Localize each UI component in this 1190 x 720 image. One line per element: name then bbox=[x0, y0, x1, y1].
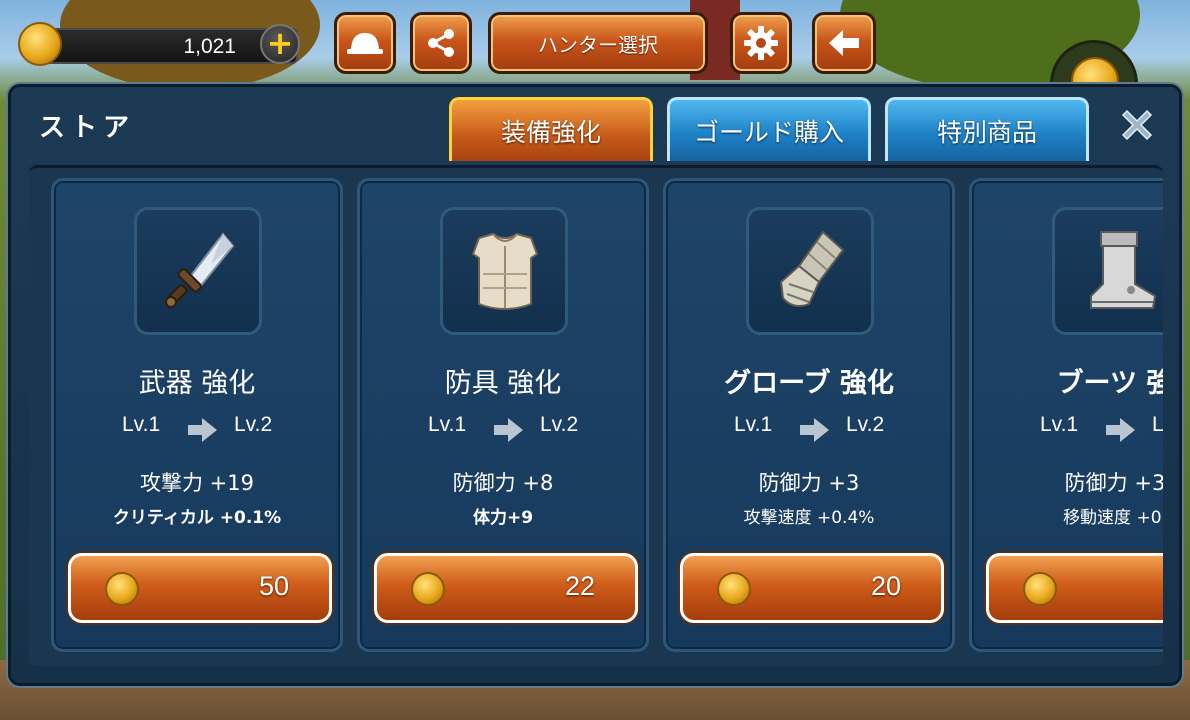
item-name: グローブ 強化 bbox=[724, 368, 894, 399]
gear-icon bbox=[744, 26, 778, 60]
share-icon bbox=[428, 29, 454, 57]
stat-primary: 防御力 +3 bbox=[1064, 471, 1163, 495]
level-from: Lv.1 bbox=[734, 413, 773, 436]
level-to: Lv.2 bbox=[234, 413, 273, 436]
store-panel: ストア 装備強化 ゴールド購入 特別商品 武器 強化 Lv.1 Lv.2 攻撃力… bbox=[8, 84, 1182, 686]
arrow-right-icon bbox=[188, 418, 217, 442]
hunter-select-button[interactable]: ハンター選択 bbox=[488, 12, 708, 74]
price: 22 bbox=[564, 571, 595, 601]
tab-gold-purchase[interactable]: ゴールド購入 bbox=[667, 97, 871, 161]
item-name: 防具 強化 bbox=[444, 368, 562, 399]
gold-coin-icon bbox=[105, 572, 139, 606]
tab-label: 特別商品 bbox=[936, 117, 1037, 147]
buy-button[interactable]: 50 bbox=[68, 553, 332, 623]
level-to: L bbox=[1152, 413, 1163, 436]
item-icon-box bbox=[440, 207, 568, 335]
share-button[interactable] bbox=[410, 12, 472, 74]
level-change: Lv.1 Lv.2 bbox=[54, 413, 340, 445]
upgrade-card-weapon: 武器 強化 Lv.1 Lv.2 攻撃力 +19 クリティカル +0.1% 50 bbox=[51, 178, 343, 652]
tab-special-items[interactable]: 特別商品 bbox=[885, 97, 1089, 161]
sword-icon bbox=[165, 232, 235, 308]
gold-amount: 1,021 bbox=[183, 35, 236, 58]
glove-icon bbox=[779, 230, 845, 307]
stat-primary: 防御力 +8 bbox=[452, 471, 554, 495]
buy-button[interactable]: 20 bbox=[680, 553, 944, 623]
arrow-right-icon bbox=[1106, 418, 1135, 442]
arrow-right-icon bbox=[800, 418, 829, 442]
level-from: Lv.1 bbox=[122, 413, 161, 436]
hat-button[interactable] bbox=[334, 12, 396, 74]
price: 20 bbox=[870, 571, 901, 601]
close-button[interactable] bbox=[1115, 105, 1159, 149]
item-icon-box bbox=[1052, 207, 1163, 335]
stat-primary: 防御力 +3 bbox=[758, 471, 860, 495]
stat-secondary: 攻撃速度 +0.4% bbox=[743, 508, 875, 528]
hunter-select-label: ハンター選択 bbox=[538, 32, 658, 57]
stat-secondary: 体力+9 bbox=[472, 508, 534, 528]
stat-secondary: クリティカル +0.1% bbox=[112, 508, 282, 528]
price: 50 bbox=[258, 571, 289, 601]
tab-equipment-upgrade[interactable]: 装備強化 bbox=[449, 97, 653, 161]
store-title: ストア bbox=[39, 113, 136, 143]
plus-icon: + bbox=[266, 24, 294, 62]
tab-label: ゴールド購入 bbox=[693, 117, 844, 147]
back-arrow-icon bbox=[829, 30, 859, 56]
level-to: Lv.2 bbox=[540, 413, 579, 436]
stat-secondary: 移動速度 +0. bbox=[1063, 508, 1163, 528]
gold-counter: 1,021 + bbox=[18, 22, 300, 66]
item-icon-box bbox=[134, 207, 262, 335]
close-x-icon bbox=[1121, 109, 1153, 141]
gold-coin-icon bbox=[18, 22, 62, 66]
level-to: Lv.2 bbox=[846, 413, 885, 436]
upgrade-card-armor: 防具 強化 Lv.1 Lv.2 防御力 +8 体力+9 22 bbox=[357, 178, 649, 652]
upgrade-card-boots: ブーツ 強 Lv.1 L 防御力 +3 移動速度 +0. bbox=[969, 178, 1163, 652]
stat-primary: 攻撃力 +19 bbox=[140, 471, 254, 495]
boots-icon bbox=[1090, 231, 1157, 309]
settings-button[interactable] bbox=[730, 12, 792, 74]
level-change: Lv.1 Lv.2 bbox=[360, 413, 646, 445]
arrow-right-icon bbox=[494, 418, 523, 442]
buy-button[interactable] bbox=[986, 553, 1163, 623]
gold-coin-icon bbox=[717, 572, 751, 606]
gold-coin-icon bbox=[411, 572, 445, 606]
buy-button[interactable]: 22 bbox=[374, 553, 638, 623]
level-change: Lv.1 L bbox=[972, 413, 1163, 445]
store-item-list[interactable]: 武器 強化 Lv.1 Lv.2 攻撃力 +19 クリティカル +0.1% 50 bbox=[29, 165, 1163, 666]
item-name: 武器 強化 bbox=[138, 368, 256, 399]
add-gold-button[interactable]: + bbox=[260, 24, 300, 64]
upgrade-card-glove: グローブ 強化 Lv.1 Lv.2 防御力 +3 攻撃速度 +0.4% 20 bbox=[663, 178, 955, 652]
tab-label: 装備強化 bbox=[500, 117, 601, 147]
armor-icon bbox=[471, 232, 539, 310]
level-change: Lv.1 Lv.2 bbox=[666, 413, 952, 445]
level-from: Lv.1 bbox=[428, 413, 467, 436]
item-name: ブーツ 強 bbox=[1056, 368, 1163, 399]
hat-icon bbox=[347, 33, 383, 54]
back-button[interactable] bbox=[812, 12, 876, 74]
level-from: Lv.1 bbox=[1040, 413, 1079, 436]
gold-coin-icon bbox=[1023, 572, 1057, 606]
item-icon-box bbox=[746, 207, 874, 335]
